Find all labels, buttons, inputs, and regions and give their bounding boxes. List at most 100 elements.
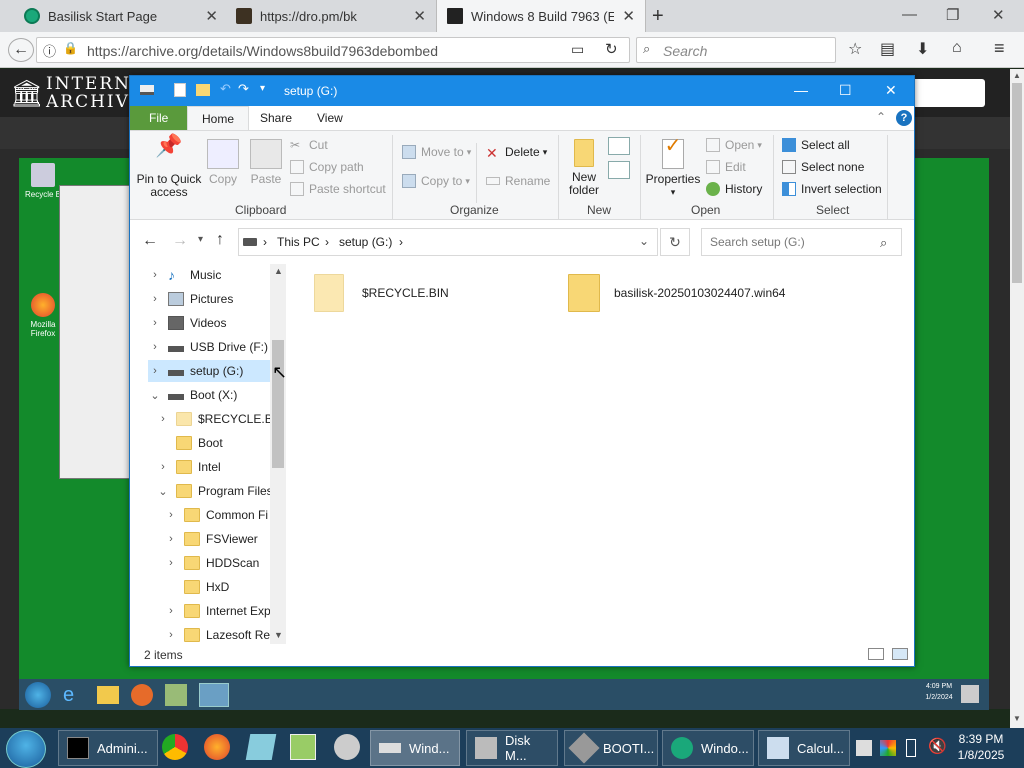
reader-view-icon[interactable]: ▭ bbox=[571, 41, 584, 58]
new-folder-qa-icon[interactable] bbox=[196, 84, 210, 96]
close-icon[interactable]: ✕ bbox=[622, 7, 635, 25]
start-button[interactable] bbox=[6, 730, 46, 768]
new-item-icon[interactable] bbox=[608, 137, 630, 155]
network-icon[interactable] bbox=[199, 683, 229, 707]
back-arrow-icon[interactable]: ← bbox=[142, 232, 158, 250]
redo-icon[interactable]: ↷ bbox=[238, 81, 249, 97]
nav-item-recycle-bin[interactable]: › $RECYCLE.BIN bbox=[156, 408, 285, 430]
taskbar-item-calculator[interactable]: Calcul... bbox=[758, 730, 850, 766]
select-none-button[interactable]: Select none bbox=[782, 160, 864, 174]
properties-qa-icon[interactable] bbox=[174, 83, 186, 97]
properties-button[interactable]: ✓ Properties ▾ bbox=[644, 136, 702, 199]
breadcrumb-current[interactable]: setup (G:) bbox=[339, 235, 392, 249]
restore-button[interactable]: ❐ bbox=[946, 6, 959, 24]
explorer-icon[interactable] bbox=[97, 686, 119, 704]
scroll-up-icon[interactable]: ▲ bbox=[274, 266, 283, 276]
guest-start-icon[interactable] bbox=[25, 682, 51, 708]
chevron-down-icon[interactable]: ⌄ bbox=[148, 389, 162, 402]
ie-icon[interactable]: e bbox=[63, 684, 85, 706]
url-bar[interactable]: ⓘ 🔒 https://archive.org/details/Windows8… bbox=[36, 37, 630, 63]
refresh-button[interactable]: ↻ bbox=[660, 228, 690, 256]
scroll-down-icon[interactable]: ▼ bbox=[1013, 714, 1021, 723]
close-button[interactable]: ✕ bbox=[885, 82, 897, 99]
firefox-icon[interactable] bbox=[131, 684, 153, 706]
maximize-button[interactable]: ☐ bbox=[839, 82, 852, 99]
taskbar-item-explorer[interactable]: Wind... bbox=[370, 730, 460, 766]
file-explorer-window[interactable]: ↶ ↷ ▾ setup (G:) — ☐ ✕ File Home Share V… bbox=[129, 75, 915, 667]
scroll-up-icon[interactable]: ▲ bbox=[1013, 71, 1021, 80]
customize-qa-icon[interactable]: ▾ bbox=[260, 83, 265, 94]
taskbar-item-cmd[interactable]: Admini... bbox=[58, 730, 158, 766]
chevron-right-icon[interactable]: › bbox=[148, 269, 162, 281]
easy-access-icon[interactable] bbox=[608, 161, 630, 179]
info-icon[interactable]: ⓘ bbox=[43, 41, 56, 60]
pin-quick-access-button[interactable]: 📌 Pin to Quick access bbox=[136, 135, 202, 199]
nav-item-boot[interactable]: Boot bbox=[156, 432, 223, 454]
taskbar-item-disk-management[interactable]: Disk M... bbox=[466, 730, 558, 766]
network-tool-icon[interactable] bbox=[334, 734, 360, 760]
chevron-right-icon[interactable]: › bbox=[148, 341, 162, 353]
minimize-button[interactable]: — bbox=[794, 82, 808, 98]
nav-item-fsviewer[interactable]: › FSViewer bbox=[164, 528, 258, 550]
tab-share[interactable]: Share bbox=[246, 106, 306, 130]
details-view-icon[interactable] bbox=[868, 648, 884, 660]
chevron-down-icon[interactable]: ⌄ bbox=[639, 234, 649, 248]
tab-home[interactable]: Home bbox=[187, 106, 250, 130]
chevron-right-icon[interactable]: › bbox=[156, 461, 170, 473]
tab-dropm[interactable]: https://dro.pm/bk ✕ bbox=[226, 0, 436, 32]
rename-button[interactable]: Rename bbox=[486, 174, 550, 188]
close-icon[interactable]: ✕ bbox=[413, 7, 426, 25]
nav-item-hxd[interactable]: HxD bbox=[164, 576, 229, 598]
bookmarks-list-icon[interactable]: ▤ bbox=[880, 39, 895, 59]
close-icon[interactable]: ✕ bbox=[205, 7, 218, 25]
edit-button[interactable]: Edit bbox=[706, 160, 746, 174]
tray-icon[interactable] bbox=[856, 740, 872, 756]
nav-item-usb-drive[interactable]: › USB Drive (F:) bbox=[148, 336, 268, 358]
paste-shortcut-button[interactable]: Paste shortcut bbox=[290, 182, 386, 196]
minimize-ribbon-icon[interactable]: ⌃ bbox=[876, 110, 886, 124]
history-button[interactable]: History bbox=[706, 182, 762, 196]
large-icons-view-icon[interactable] bbox=[892, 648, 908, 660]
invert-selection-button[interactable]: Invert selection bbox=[782, 182, 882, 196]
minimize-button[interactable]: — bbox=[902, 6, 917, 23]
taskbar-item-browser[interactable]: Windo... bbox=[662, 730, 754, 766]
file-item-recycle-bin[interactable]: $RECYCLE.BIN bbox=[314, 274, 449, 312]
notepad-icon[interactable] bbox=[290, 734, 316, 760]
scroll-down-icon[interactable]: ▼ bbox=[274, 630, 283, 640]
chevron-right-icon[interactable]: › bbox=[164, 533, 178, 545]
nav-item-hddscan[interactable]: › HDDScan bbox=[164, 552, 259, 574]
new-folder-button[interactable]: New folder bbox=[564, 139, 604, 197]
nav-item-intel[interactable]: › Intel bbox=[156, 456, 221, 478]
chevron-right-icon[interactable]: › bbox=[164, 557, 178, 569]
breadcrumb-this-pc[interactable]: This PC bbox=[277, 235, 320, 249]
bookmark-star-icon[interactable]: ☆ bbox=[848, 39, 862, 59]
copy-to-button[interactable]: Copy to ▾ bbox=[402, 174, 470, 188]
open-button[interactable]: Open ▾ bbox=[706, 138, 762, 152]
tab-windows8[interactable]: Windows 8 Build 7963 (EN U ✕ bbox=[436, 0, 646, 32]
search-input[interactable]: ⌕ Search bbox=[636, 37, 836, 63]
archive-logo-icon[interactable]: 🏛 bbox=[10, 77, 43, 109]
menu-icon[interactable]: ≡ bbox=[994, 38, 1005, 59]
chevron-right-icon[interactable]: › bbox=[148, 365, 162, 377]
chevron-right-icon[interactable]: › bbox=[164, 605, 178, 617]
recent-locations-icon[interactable]: ▾ bbox=[198, 234, 203, 245]
mute-icon[interactable]: 🔇 bbox=[928, 737, 947, 755]
undo-icon[interactable]: ↶ bbox=[220, 81, 231, 97]
back-button[interactable]: ← bbox=[8, 38, 34, 62]
explorer-title-bar[interactable]: ↶ ↷ ▾ setup (G:) — ☐ ✕ bbox=[130, 76, 914, 106]
new-tab-button[interactable]: + bbox=[652, 5, 664, 28]
host-clock[interactable]: 8:39 PM 1/8/2025 bbox=[952, 731, 1010, 763]
battery-icon[interactable] bbox=[906, 739, 916, 757]
move-to-button[interactable]: Move to ▾ bbox=[402, 145, 471, 159]
nav-item-boot-drive[interactable]: ⌄ Boot (X:) bbox=[148, 384, 237, 406]
help-icon[interactable]: ? bbox=[896, 110, 912, 126]
nav-item-pictures[interactable]: › Pictures bbox=[148, 288, 233, 310]
taskbar-item-bootice[interactable]: BOOTI... bbox=[564, 730, 658, 766]
navigation-pane[interactable]: › ♪ Music › Pictures › Videos › USB Drive (F:… bbox=[130, 264, 286, 644]
tab-view[interactable]: View bbox=[303, 106, 357, 130]
nav-scrollbar[interactable]: ▲ ▼ bbox=[270, 264, 286, 644]
show-desktop-icon[interactable] bbox=[961, 685, 979, 703]
app-icon[interactable] bbox=[245, 734, 277, 760]
color-tray-icon[interactable] bbox=[880, 740, 896, 756]
nav-item-music[interactable]: › ♪ Music bbox=[148, 264, 221, 286]
